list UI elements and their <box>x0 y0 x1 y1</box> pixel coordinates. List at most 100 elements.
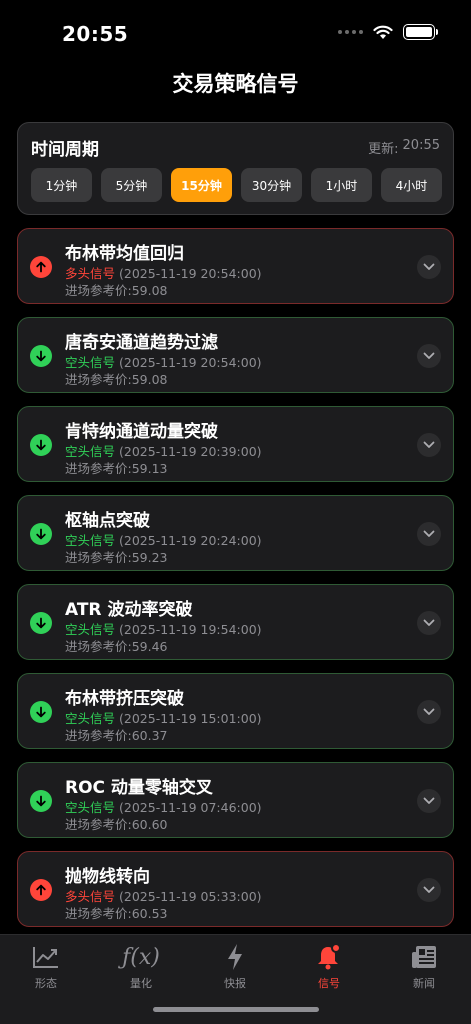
function-icon: ƒ(x) <box>122 944 160 970</box>
cellular-icon <box>338 30 363 34</box>
newspaper-icon <box>389 941 459 973</box>
chevron-down-icon <box>423 352 435 359</box>
signal-name: 唐奇安通道趋势过滤 <box>65 333 218 353</box>
status-bar: 20:55 <box>0 0 471 62</box>
signal-card[interactable]: 布林带挤压突破 空头信号 (2025-11-19 15:01:00) 进场参考价:… <box>17 673 454 749</box>
price-value: 59.46 <box>131 639 168 654</box>
chevron-down-icon <box>423 797 435 804</box>
expand-button[interactable] <box>417 255 441 279</box>
period-button-5m[interactable]: 5分钟 <box>101 168 162 202</box>
signal-price: 进场参考价:59.08 <box>65 280 168 299</box>
tab-quant[interactable]: ƒ(x) 量化 <box>106 941 176 991</box>
signal-time: (2025-11-19 20:54:00) <box>119 266 262 281</box>
price-label: 进场参考价: <box>65 906 132 921</box>
signal-name: ATR 波动率突破 <box>65 600 193 620</box>
price-label: 进场参考价: <box>65 283 132 298</box>
signal-price: 进场参考价:60.37 <box>65 725 168 744</box>
signal-price: 进场参考价:60.60 <box>65 814 168 833</box>
signal-name: 肯特纳通道动量突破 <box>65 422 218 442</box>
tab-label: 信号 <box>318 977 340 990</box>
signal-card[interactable]: 枢轴点突破 空头信号 (2025-11-19 20:24:00) 进场参考价:59… <box>17 495 454 571</box>
tab-news[interactable]: 新闻 <box>389 941 459 991</box>
period-title: 时间周期 <box>31 140 99 160</box>
price-label: 进场参考价: <box>65 639 132 654</box>
chevron-down-icon <box>423 530 435 537</box>
period-button-1m[interactable]: 1分钟 <box>31 168 92 202</box>
signal-type: 空头信号 <box>65 355 116 370</box>
arrow-down-icon <box>30 434 52 456</box>
chart-line-icon <box>11 941 81 973</box>
signal-price: 进场参考价:59.08 <box>65 369 168 388</box>
signal-type: 多头信号 <box>65 889 116 904</box>
signal-time: (2025-11-19 20:24:00) <box>119 533 262 548</box>
tab-label: 快报 <box>224 977 246 990</box>
price-label: 进场参考价: <box>65 728 132 743</box>
signal-type: 多头信号 <box>65 266 116 281</box>
status-time: 20:55 <box>62 22 129 46</box>
signal-price: 进场参考价:60.53 <box>65 903 168 922</box>
tab-label: 形态 <box>35 977 57 990</box>
bolt-icon <box>200 941 270 973</box>
price-value: 59.13 <box>131 461 168 476</box>
expand-button[interactable] <box>417 344 441 368</box>
period-button-15m[interactable]: 15分钟 <box>171 168 232 202</box>
tab-news-flash[interactable]: 快报 <box>200 941 270 991</box>
signal-card[interactable]: 布林带均值回归 多头信号 (2025-11-19 20:54:00) 进场参考价:… <box>17 228 454 304</box>
chevron-down-icon <box>423 619 435 626</box>
arrow-up-icon <box>30 256 52 278</box>
price-label: 进场参考价: <box>65 372 132 387</box>
screen: 20:55 交易策略信号 时间周期 更新: 20:55 1分钟 5分钟 15分钟… <box>0 0 471 1024</box>
signal-name: 布林带均值回归 <box>65 244 184 264</box>
expand-button[interactable] <box>417 700 441 724</box>
signal-time: (2025-11-19 07:46:00) <box>119 800 262 815</box>
signal-time: (2025-11-19 15:01:00) <box>119 711 262 726</box>
signal-name: 抛物线转向 <box>65 867 150 887</box>
price-label: 进场参考价: <box>65 817 132 832</box>
updated-time: 20:55 <box>402 138 440 153</box>
period-buttons: 1分钟 5分钟 15分钟 30分钟 1小时 4小时 <box>31 168 442 202</box>
signal-price: 进场参考价:59.13 <box>65 458 168 477</box>
tab-label: 量化 <box>130 977 152 990</box>
signal-card[interactable]: 抛物线转向 多头信号 (2025-11-19 05:33:00) 进场参考价:60… <box>17 851 454 927</box>
signal-price: 进场参考价:59.46 <box>65 636 168 655</box>
tab-signals[interactable]: 信号 <box>294 941 364 991</box>
signal-list: 布林带均值回归 多头信号 (2025-11-19 20:54:00) 进场参考价:… <box>17 228 454 940</box>
expand-button[interactable] <box>417 522 441 546</box>
signal-time: (2025-11-19 05:33:00) <box>119 889 262 904</box>
chevron-down-icon <box>423 708 435 715</box>
signal-name: ROC 动量零轴交叉 <box>65 778 213 798</box>
tab-label: 新闻 <box>413 977 435 990</box>
home-indicator <box>153 1007 319 1012</box>
signal-card[interactable]: ROC 动量零轴交叉 空头信号 (2025-11-19 07:46:00) 进场参… <box>17 762 454 838</box>
bell-icon <box>294 941 364 973</box>
arrow-up-icon <box>30 879 52 901</box>
signal-time: (2025-11-19 20:39:00) <box>119 444 262 459</box>
expand-button[interactable] <box>417 611 441 635</box>
period-button-1h[interactable]: 1小时 <box>311 168 372 202</box>
period-button-30m[interactable]: 30分钟 <box>241 168 302 202</box>
signal-card[interactable]: 肯特纳通道动量突破 空头信号 (2025-11-19 20:39:00) 进场参考… <box>17 406 454 482</box>
tab-patterns[interactable]: 形态 <box>11 941 81 991</box>
price-value: 60.53 <box>131 906 168 921</box>
signal-card[interactable]: ATR 波动率突破 空头信号 (2025-11-19 19:54:00) 进场参考… <box>17 584 454 660</box>
period-button-4h[interactable]: 4小时 <box>381 168 442 202</box>
expand-button[interactable] <box>417 878 441 902</box>
battery-icon <box>403 24 438 40</box>
signal-type: 空头信号 <box>65 622 116 637</box>
price-value: 59.08 <box>131 372 168 387</box>
price-label: 进场参考价: <box>65 461 132 476</box>
page-title: 交易策略信号 <box>172 72 299 96</box>
signal-name: 布林带挤压突破 <box>65 689 184 709</box>
signal-type: 空头信号 <box>65 533 116 548</box>
signal-card[interactable]: 唐奇安通道趋势过滤 空头信号 (2025-11-19 20:54:00) 进场参考… <box>17 317 454 393</box>
signal-time: (2025-11-19 20:54:00) <box>119 355 262 370</box>
updated-label: 更新: <box>368 142 399 157</box>
arrow-down-icon <box>30 612 52 634</box>
signal-type: 空头信号 <box>65 444 116 459</box>
chevron-down-icon <box>423 886 435 893</box>
expand-button[interactable] <box>417 433 441 457</box>
signal-price: 进场参考价:59.23 <box>65 547 168 566</box>
expand-button[interactable] <box>417 789 441 813</box>
chevron-down-icon <box>423 441 435 448</box>
price-value: 59.23 <box>131 550 168 565</box>
